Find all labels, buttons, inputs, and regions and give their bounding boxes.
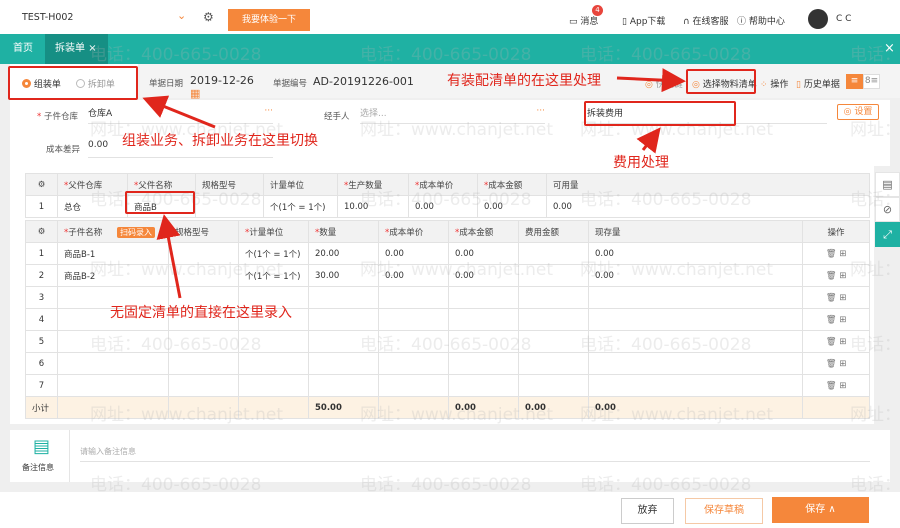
arrow-expense bbox=[636, 127, 661, 154]
arrow-bom bbox=[616, 68, 686, 93]
annotation-arrows bbox=[142, 68, 686, 299]
arrow-direct bbox=[156, 214, 182, 299]
arrow-switch bbox=[142, 95, 216, 129]
